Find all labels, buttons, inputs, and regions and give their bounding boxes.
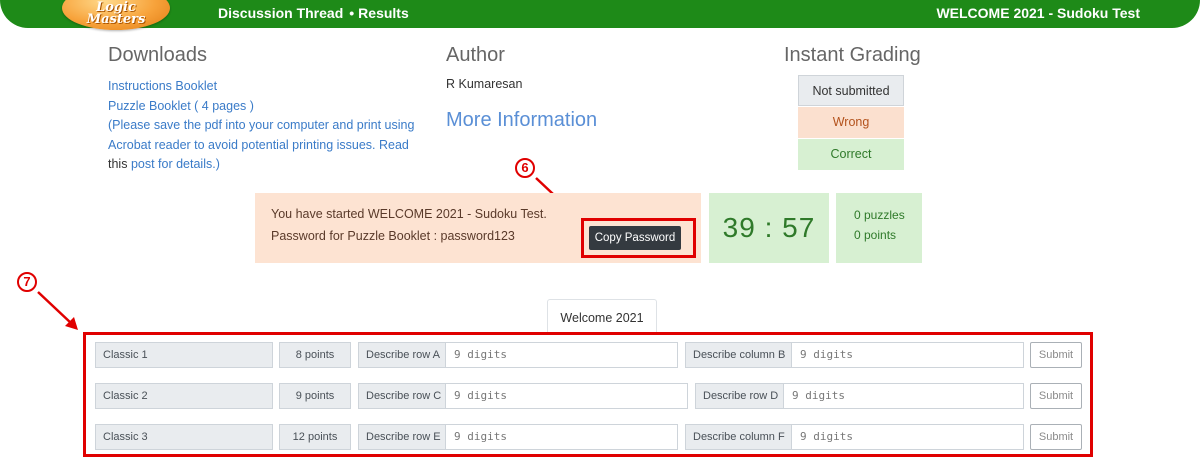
grading-legend-correct: Correct [798, 139, 904, 170]
points-total: 0 points [854, 228, 897, 242]
tab-welcome-2021[interactable]: Welcome 2021 [547, 299, 657, 333]
answer-input-row-c[interactable]: 9 digits [445, 383, 688, 409]
contest-title: WELCOME 2021 - Sudoku Test [936, 5, 1140, 21]
print-note-line1: (Please save the pdf into your computer … [108, 118, 415, 132]
logo-text-line2: Masters [86, 12, 146, 27]
post-details-link[interactable]: post for details.) [131, 157, 220, 171]
more-information-link[interactable]: More Information [446, 109, 597, 132]
answer-label-row-d: Describe row D [695, 383, 784, 409]
author-heading: Author [446, 44, 505, 66]
countdown-timer: 39 : 57 [709, 193, 829, 263]
puzzle-name: Classic 3 [95, 424, 273, 450]
puzzle-booklet-link[interactable]: Puzzle Booklet ( 4 pages ) [108, 97, 428, 117]
puzzle-row: Classic 3 12 points Describe row E 9 dig… [95, 424, 1085, 450]
status-started-text: You have started WELCOME 2021 - Sudoku T… [271, 207, 547, 221]
nav-results-link[interactable]: Results [358, 5, 409, 21]
puzzle-name: Classic 1 [95, 342, 273, 368]
print-note-line2: Acrobat reader to avoid potential printi… [108, 137, 409, 152]
nav-separator: • [349, 5, 355, 21]
submit-button[interactable]: Submit [1030, 383, 1082, 409]
puzzle-points: 12 points [279, 424, 351, 450]
status-password-text: Password for Puzzle Booklet : password12… [271, 229, 515, 243]
annotation-arrow-7 [37, 291, 78, 330]
nav-discussion-thread-link[interactable]: Discussion Thread [218, 5, 343, 21]
answer-input-column-b[interactable]: 9 digits [791, 342, 1024, 368]
print-note-line3: this post for details.) [108, 155, 428, 175]
score-panel: 0 puzzles 0 points [836, 193, 922, 263]
copy-password-button[interactable]: Copy Password [589, 226, 681, 250]
author-name: R Kumaresan [446, 77, 523, 91]
puzzle-row: Classic 2 9 points Describe row C 9 digi… [95, 383, 1085, 409]
header-nav: Discussion Thread • Results [218, 5, 409, 21]
answer-input-column-f[interactable]: 9 digits [791, 424, 1024, 450]
contest-status-panel: You have started WELCOME 2021 - Sudoku T… [255, 193, 701, 263]
answer-label-row-c: Describe row C [358, 383, 446, 409]
answer-input-row-d[interactable]: 9 digits [783, 383, 1024, 409]
answer-input-row-a[interactable]: 9 digits [445, 342, 678, 368]
puzzle-row: Classic 1 8 points Describe row A 9 digi… [95, 342, 1085, 368]
instant-grading-heading: Instant Grading [784, 44, 921, 66]
logic-masters-logo[interactable]: Logic Masters [62, 0, 170, 30]
answer-label-column-f: Describe column F [685, 424, 792, 450]
grading-legend-not-submitted: Not submitted [798, 75, 904, 106]
submit-button[interactable]: Submit [1030, 342, 1082, 368]
grading-legend-wrong: Wrong [798, 107, 904, 138]
downloads-heading: Downloads [108, 44, 207, 66]
answer-label-column-b: Describe column B [685, 342, 792, 368]
instructions-booklet-link[interactable]: Instructions Booklet [108, 77, 428, 97]
answer-label-row-a: Describe row A [358, 342, 446, 368]
submit-button[interactable]: Submit [1030, 424, 1082, 450]
puzzle-points: 9 points [279, 383, 351, 409]
downloads-list: Instructions Booklet Puzzle Booklet ( 4 … [108, 77, 428, 175]
copy-password-highlight: Copy Password [581, 218, 696, 258]
print-note-this: this [108, 157, 128, 171]
answer-input-row-e[interactable]: 9 digits [445, 424, 678, 450]
puzzle-points: 8 points [279, 342, 351, 368]
puzzles-solved-count: 0 puzzles [854, 208, 905, 222]
puzzle-name: Classic 2 [95, 383, 273, 409]
answer-label-row-e: Describe row E [358, 424, 446, 450]
